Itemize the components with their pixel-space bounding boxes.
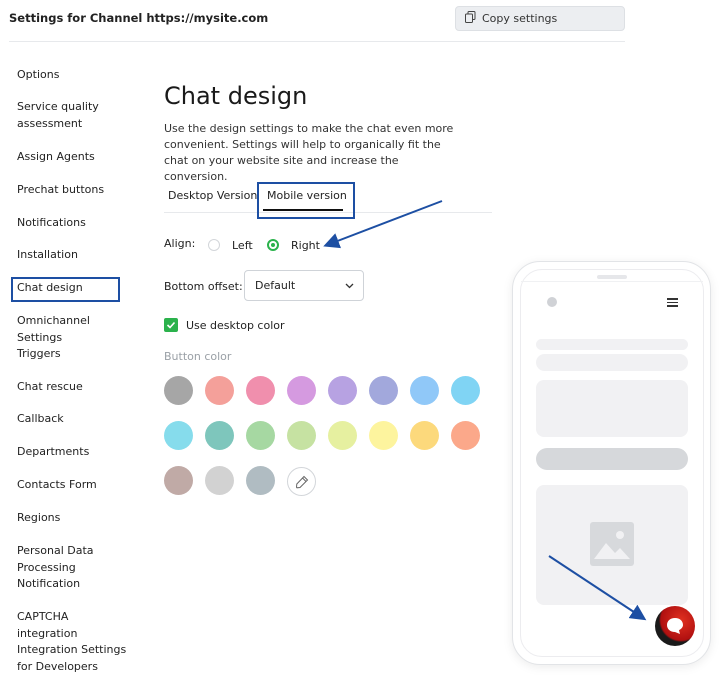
chat-design-highlight: [11, 277, 120, 302]
color-swatch[interactable]: [451, 421, 480, 450]
align-left-label: Left: [232, 239, 253, 252]
sidebar-item-options[interactable]: Options: [17, 67, 129, 84]
color-swatch[interactable]: [410, 421, 439, 450]
sidebar-item-omnichannel[interactable]: Omnichannel Settings: [17, 313, 129, 346]
sidebar-item-installation[interactable]: Installation: [17, 247, 129, 264]
bottom-offset-select[interactable]: Default: [244, 270, 364, 301]
color-swatch[interactable]: [369, 421, 398, 450]
align-right-label: Right: [291, 239, 320, 252]
color-swatch[interactable]: [410, 376, 439, 405]
use-desktop-color-checkbox[interactable]: [164, 318, 178, 332]
color-swatch[interactable]: [369, 376, 398, 405]
chevron-down-icon: [345, 279, 354, 292]
button-color-label: Button color: [164, 350, 232, 363]
color-swatch[interactable]: [205, 376, 234, 405]
sidebar-item-callback[interactable]: Callback: [17, 411, 129, 428]
sidebar-item-triggers[interactable]: Triggers: [17, 346, 129, 363]
color-swatch[interactable]: [246, 421, 275, 450]
sidebar-item-contacts-form[interactable]: Contacts Form: [17, 477, 129, 494]
section-heading: Chat design: [164, 82, 308, 110]
phone-notch-divider: [521, 281, 703, 282]
sidebar-item-prechat-buttons[interactable]: Prechat buttons: [17, 182, 129, 199]
sidebar-item-personal-data[interactable]: Personal Data Processing Notification: [17, 543, 107, 593]
page-title: Settings for Channel https://mysite.com: [9, 11, 269, 25]
image-placeholder-icon: [590, 522, 634, 566]
phone-skeleton-line-1: [536, 339, 688, 350]
phone-skeleton-line-2: [536, 354, 688, 371]
hamburger-icon: [667, 298, 678, 309]
check-icon: [166, 321, 176, 329]
chat-launcher-button[interactable]: [655, 606, 695, 646]
color-swatch[interactable]: [328, 421, 357, 450]
color-swatch[interactable]: [205, 466, 234, 495]
bottom-offset-value: Default: [255, 279, 296, 292]
color-swatch[interactable]: [205, 421, 234, 450]
section-description: Use the design settings to make the chat…: [164, 122, 454, 183]
color-swatch[interactable]: [164, 466, 193, 495]
phone-avatar-placeholder: [547, 297, 557, 307]
bottom-offset-label: Bottom offset:: [164, 280, 243, 293]
chat-bubble-icon: [667, 618, 683, 634]
color-swatch[interactable]: [246, 466, 275, 495]
sidebar-item-departments[interactable]: Departments: [17, 444, 129, 461]
color-swatch[interactable]: [328, 376, 357, 405]
phone-skeleton-card: [536, 380, 688, 437]
copy-settings-label: Copy settings: [482, 12, 558, 25]
sidebar-item-integration-settings[interactable]: Integration Settings for Developers: [17, 642, 129, 675]
color-swatch[interactable]: [451, 376, 480, 405]
color-swatch[interactable]: [164, 376, 193, 405]
eyedropper-icon[interactable]: [287, 467, 316, 496]
sidebar-item-notifications[interactable]: Notifications: [17, 215, 129, 232]
sidebar-item-chat-rescue[interactable]: Chat rescue: [17, 379, 129, 396]
color-swatch[interactable]: [287, 421, 316, 450]
sidebar-item-regions[interactable]: Regions: [17, 510, 129, 527]
phone-skeleton-button: [536, 448, 688, 470]
sidebar-item-assign-agents[interactable]: Assign Agents: [17, 149, 129, 166]
align-right-radio[interactable]: [267, 239, 279, 251]
copy-settings-button[interactable]: Copy settings: [455, 6, 625, 31]
color-swatch[interactable]: [287, 376, 316, 405]
color-swatch[interactable]: [246, 376, 275, 405]
align-left-radio[interactable]: [208, 239, 220, 251]
mobile-tab-highlight: [257, 182, 355, 219]
phone-speaker: [597, 275, 627, 279]
copy-icon: [465, 11, 476, 26]
sidebar-item-service-quality[interactable]: Service quality assessment: [17, 99, 129, 132]
tab-desktop-version[interactable]: Desktop Version: [168, 189, 257, 202]
align-label: Align:: [164, 237, 196, 250]
phone-image-block: [536, 485, 688, 605]
use-desktop-color-label: Use desktop color: [186, 319, 285, 332]
sidebar-item-captcha[interactable]: CAPTCHA integration: [17, 609, 129, 642]
color-swatch[interactable]: [164, 421, 193, 450]
header-divider: [9, 41, 625, 42]
